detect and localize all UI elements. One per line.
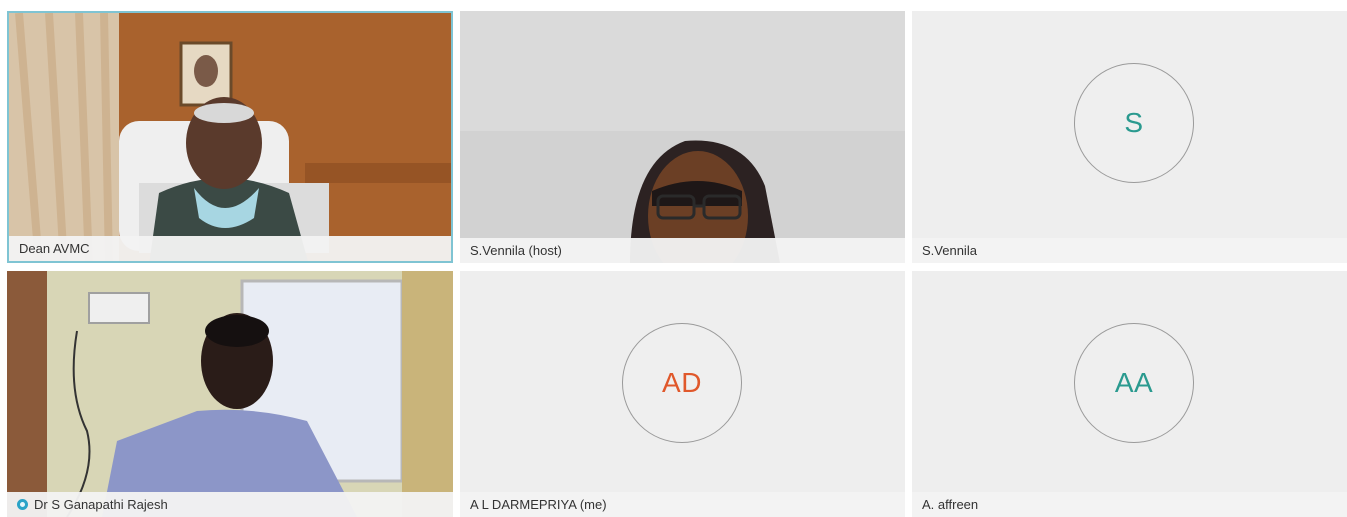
participant-tile-s-vennila[interactable]: S S.Vennila xyxy=(912,11,1347,263)
avatar: AA xyxy=(1074,323,1194,443)
speaking-icon xyxy=(17,499,28,510)
participant-namebar: Dr S Ganapathi Rajesh xyxy=(7,492,453,517)
participant-video xyxy=(7,271,453,517)
participant-namebar: S.Vennila xyxy=(912,238,1347,263)
participant-tile-a-l-darmepriya[interactable]: AD A L DARMEPRIYA (me) xyxy=(460,271,905,517)
avatar-initials: AD xyxy=(662,367,702,398)
participant-namebar: A. affreen xyxy=(912,492,1347,517)
participant-namebar: Dean AVMC xyxy=(9,236,451,261)
participant-name: Dean AVMC xyxy=(19,241,90,256)
participant-tile-dr-s-ganapathi-rajesh[interactable]: Dr S Ganapathi Rajesh xyxy=(7,271,453,517)
participant-name: A L DARMEPRIYA (me) xyxy=(470,497,607,512)
participant-video xyxy=(460,11,905,263)
avatar-initials: AA xyxy=(1114,367,1154,398)
participant-namebar: A L DARMEPRIYA (me) xyxy=(460,492,905,517)
avatar-initials: S xyxy=(1124,107,1144,138)
avatar: AD xyxy=(622,323,742,443)
participant-grid: Dean AVMC S.Vennila (host) S S.Vennila D… xyxy=(0,0,1347,517)
participant-video xyxy=(9,13,451,261)
participant-tile-dean-avmc[interactable]: Dean AVMC xyxy=(7,11,453,263)
avatar-background: S xyxy=(912,11,1347,238)
participant-namebar: S.Vennila (host) xyxy=(460,238,905,263)
participant-name: S.Vennila (host) xyxy=(470,243,562,258)
participant-name: A. affreen xyxy=(922,497,979,512)
avatar: S xyxy=(1074,63,1194,183)
avatar-background: AA xyxy=(912,271,1347,492)
avatar-background: AD xyxy=(460,271,905,492)
participant-name: Dr S Ganapathi Rajesh xyxy=(34,497,168,512)
participant-tile-s-vennila-host[interactable]: S.Vennila (host) xyxy=(460,11,905,263)
participant-tile-a-affreen[interactable]: AA A. affreen xyxy=(912,271,1347,517)
participant-name: S.Vennila xyxy=(922,243,977,258)
